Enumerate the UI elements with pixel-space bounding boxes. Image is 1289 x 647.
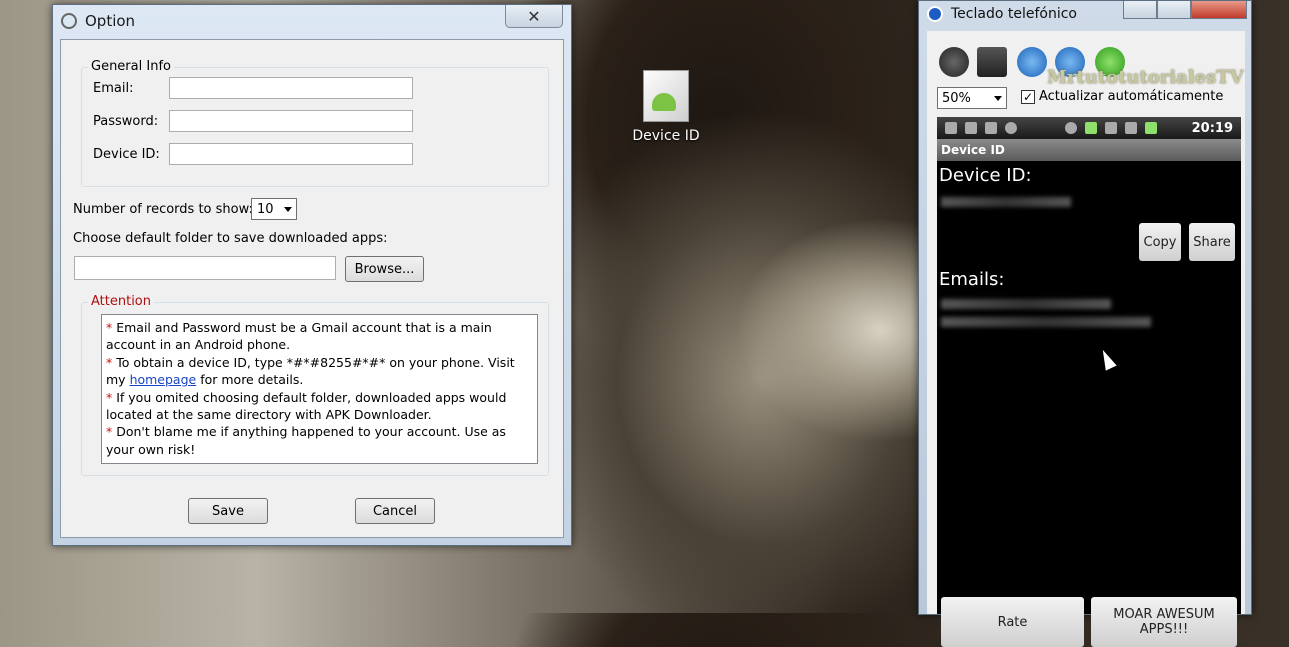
attention-notes: * Email and Password must be a Gmail acc… [101, 314, 538, 464]
emails-heading: Emails: [939, 269, 1005, 290]
close-button[interactable]: ✕ [505, 5, 563, 28]
note-device-id: * To obtain a device ID, type *#*#8255#*… [106, 354, 515, 388]
gear-icon [61, 13, 77, 29]
note-gmail: * Email and Password must be a Gmail acc… [106, 320, 492, 353]
password-label: Password: [93, 114, 159, 129]
android-screen[interactable]: 20:19 Device ID Device ID: Copy Share Em… [937, 117, 1241, 647]
save-button[interactable]: Save [188, 498, 268, 524]
zoom-select[interactable]: 50% [937, 87, 1007, 109]
android-app-icon [643, 70, 689, 122]
auto-update-label: Actualizar automáticamente [1039, 89, 1224, 104]
close-icon: ✕ [527, 6, 541, 26]
chevron-down-icon [994, 95, 1002, 101]
general-info-legend: General Info [88, 59, 174, 74]
device-id-field[interactable] [169, 143, 413, 165]
minimize-button[interactable] [1123, 1, 1157, 19]
email-field[interactable] [169, 77, 413, 99]
copy-button[interactable]: Copy [1139, 223, 1181, 261]
desktop-icon-label: Device ID [632, 128, 700, 144]
mail-icon [945, 122, 957, 134]
redacted-email-1 [941, 299, 1111, 309]
records-value: 10 [257, 201, 274, 217]
zoom-value: 50% [942, 90, 971, 106]
auto-update-checkbox[interactable]: ✓ [1021, 90, 1035, 104]
undo-icon[interactable] [1017, 47, 1047, 77]
option-window: Option ✕ General Info Email: Password: D… [52, 4, 572, 546]
note-default-folder: * If you omited choosing default folder,… [106, 389, 507, 423]
app-icon [927, 6, 943, 22]
save-icon[interactable] [977, 47, 1007, 77]
usb-icon [965, 122, 977, 134]
option-client-area: General Info Email: Password: Device ID:… [60, 39, 564, 538]
note-disclaimer: * Don't blame me if anything happened to… [106, 424, 506, 457]
maximize-button[interactable] [1157, 1, 1191, 19]
moar-apps-button[interactable]: MOAR AWESUM APPS!!! [1091, 597, 1237, 647]
cancel-button[interactable]: Cancel [355, 498, 435, 524]
refresh-icon[interactable] [939, 47, 969, 77]
device-id-heading: Device ID: [939, 165, 1032, 186]
rate-button[interactable]: Rate [941, 597, 1084, 647]
homepage-link[interactable]: homepage [130, 372, 197, 387]
phone-close-button[interactable] [1191, 1, 1247, 19]
android-debug-icon [985, 122, 997, 134]
email-label: Email: [93, 81, 134, 96]
android-app-title: Device ID [937, 139, 1241, 161]
mouse-cursor [1097, 347, 1117, 371]
folder-label: Choose default folder to save downloaded… [73, 231, 388, 246]
attention-legend: Attention [88, 294, 154, 309]
device-id-label: Device ID: [93, 147, 160, 162]
phone-window: Teclado telefónico MrtutotutorialesTV 50… [918, 0, 1252, 647]
window-title: Option [85, 12, 136, 30]
alarm-icon [1065, 122, 1077, 134]
chevron-down-icon [284, 206, 292, 212]
phone-client-area: MrtutotutorialesTV 50% ✓ Actualizar auto… [927, 31, 1245, 647]
browse-button[interactable]: Browse... [345, 256, 424, 282]
redacted-device-id [941, 197, 1071, 207]
share-button[interactable]: Share [1189, 223, 1235, 261]
desktop-icon-device-id[interactable]: Device ID [630, 70, 702, 144]
sync-status-icon [1005, 122, 1017, 134]
status-time: 20:19 [1191, 120, 1233, 136]
folder-path-input[interactable] [74, 256, 336, 280]
option-titlebar[interactable]: Option [53, 5, 571, 37]
password-field[interactable] [169, 110, 413, 132]
signal-icon [1125, 122, 1137, 134]
android-status-bar: 20:19 [937, 117, 1241, 139]
records-select[interactable]: 10 [251, 198, 297, 220]
records-label: Number of records to show: [73, 202, 253, 217]
wifi-icon [1085, 122, 1097, 134]
watermark: MrtutotutorialesTV [1047, 67, 1244, 88]
sim-icon [1105, 122, 1117, 134]
redacted-email-2 [941, 317, 1151, 327]
battery-icon [1145, 122, 1157, 134]
phone-window-title: Teclado telefónico [951, 6, 1077, 22]
